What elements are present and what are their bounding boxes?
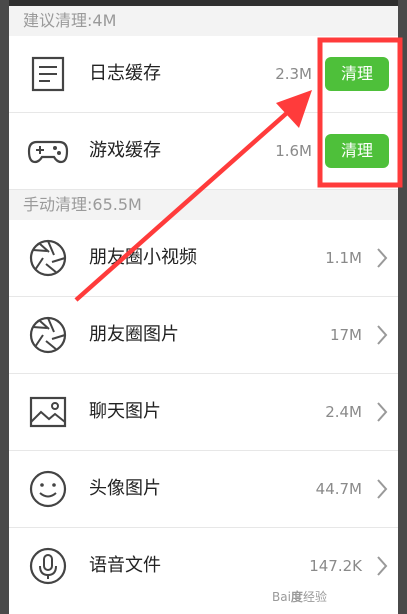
list-item-voice-files[interactable]: 语音文件 147.2K — [9, 528, 398, 605]
smiley-icon — [29, 470, 67, 508]
document-icon — [31, 56, 65, 92]
watermark: Bai度经验 — [272, 590, 327, 604]
clean-button-log-cache[interactable]: 清理 — [325, 57, 389, 91]
list-item-size: 1.6M — [275, 142, 312, 160]
chevron-right-icon — [377, 325, 388, 345]
clean-button-game-cache[interactable]: 清理 — [325, 134, 389, 168]
list-item-moments-video[interactable]: 朋友圈小视频 1.1M — [9, 220, 398, 297]
list-item-size: 2.4M — [325, 403, 362, 421]
list-item-moments-images[interactable]: 朋友圈图片 17M — [9, 297, 398, 374]
chevron-right-icon — [377, 479, 388, 499]
aperture-icon — [29, 316, 67, 354]
image-icon — [29, 396, 67, 428]
list-item-label: 朋友圈图片 — [89, 324, 179, 345]
list-item-label: 聊天图片 — [89, 401, 161, 422]
right-shadow — [398, 0, 407, 614]
aperture-icon — [29, 239, 67, 277]
section-header-manual: 手动清理:65.5M — [9, 190, 398, 220]
list-item-avatar-images[interactable]: 头像图片 44.7M — [9, 451, 398, 528]
list-item-chat-images[interactable]: 聊天图片 2.4M — [9, 374, 398, 451]
section-header-suggested: 建议清理:4M — [9, 6, 398, 36]
list-item-log-cache: 日志缓存 2.3M 清理 — [9, 36, 398, 113]
list-item-size: 17M — [329, 326, 362, 344]
list-item-label: 日志缓存 — [89, 63, 161, 84]
storage-clean-panel: 建议清理:4M 日志缓存 2.3M 清理 游戏缓存 1.6M 清理 手动清理:6… — [9, 6, 398, 614]
chevron-right-icon — [377, 556, 388, 576]
microphone-icon — [29, 547, 67, 585]
gamepad-icon — [27, 140, 69, 164]
list-item-label: 游戏缓存 — [89, 140, 161, 161]
list-item-size: 2.3M — [275, 65, 312, 83]
list-item-size: 1.1M — [325, 249, 362, 267]
list-item-size: 44.7M — [315, 480, 362, 498]
chevron-right-icon — [377, 248, 388, 268]
list-item-game-cache: 游戏缓存 1.6M 清理 — [9, 113, 398, 190]
list-item-label: 头像图片 — [89, 478, 161, 499]
list-item-label: 语音文件 — [89, 555, 161, 576]
list-item-label: 朋友圈小视频 — [89, 247, 197, 268]
chevron-right-icon — [377, 402, 388, 422]
left-shadow — [0, 0, 9, 614]
